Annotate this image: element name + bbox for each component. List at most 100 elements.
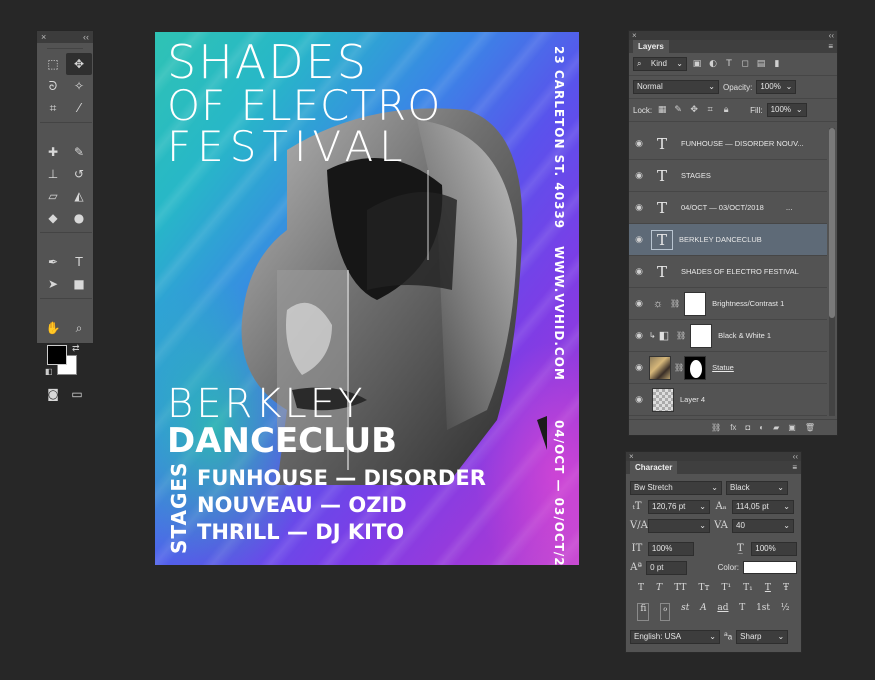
subscript-button[interactable]: T₁ [743, 583, 753, 599]
zoom-icon[interactable]: ⌕ [66, 317, 92, 339]
layer-row[interactable]: ◉ T 04/OCT — 03/OCT/2018 ... [629, 192, 827, 224]
tracking-field[interactable]: 40 ⌄ [732, 518, 794, 533]
opacity-field[interactable]: 100% ⌄ [756, 80, 797, 94]
lock-position-icon[interactable]: ✥ [688, 105, 700, 115]
lasso-icon[interactable]: ᘐ [40, 75, 66, 97]
hand-icon[interactable]: ✋ [40, 317, 66, 339]
adjustment-filter-icon[interactable]: ◐ [707, 59, 719, 69]
layer-row[interactable]: ◉ T FUNHOUSE — DISORDER NOUV... [629, 128, 827, 160]
lock-all-icon[interactable]: 🔒︎ [720, 105, 732, 115]
filter-toggle-icon[interactable]: ▮ [771, 59, 783, 69]
shape-filter-icon[interactable]: ◻ [739, 59, 751, 69]
small-caps-button[interactable]: Tт [698, 583, 709, 599]
strikethrough-button[interactable]: Ŧ [783, 583, 789, 599]
scrollbar-thumb[interactable] [829, 128, 835, 318]
brush-icon[interactable]: ✎ [66, 141, 92, 163]
eyedropper-icon[interactable]: ⁄ [66, 97, 92, 119]
layer-mask-thumbnail[interactable] [684, 355, 707, 380]
swash-button[interactable]: st [681, 603, 689, 621]
horizontal-scale-field[interactable]: 100% [751, 541, 797, 556]
collapse-icon[interactable]: ‹‹ [793, 452, 798, 461]
layer-row[interactable]: ◉ ☼ ⛓ Brightness/Contrast 1 [629, 288, 827, 320]
font-family-select[interactable]: Bw Stretch ⌄ [630, 480, 722, 495]
statue-layer-thumbnail[interactable] [649, 355, 671, 380]
default-colors-icon[interactable]: ◧ [45, 367, 53, 376]
close-icon[interactable]: × [41, 32, 46, 42]
layer-row[interactable]: ◉ T STAGES [629, 160, 827, 192]
all-caps-button[interactable]: TT [674, 583, 686, 599]
layer-row[interactable]: ◉ Layer 4 [629, 384, 827, 416]
screen-mode-icon[interactable]: ▭ [71, 387, 82, 401]
visibility-eye-icon[interactable]: ◉ [629, 298, 649, 309]
blend-mode-select[interactable]: Normal ⌄ [633, 80, 719, 94]
eraser-icon[interactable]: ▱ [40, 185, 66, 207]
layer-row-selected[interactable]: ◉ T BERKLEY DANCECLUB [629, 224, 827, 256]
antialias-select[interactable]: Sharp ⌄ [736, 629, 789, 644]
text-color-swatch[interactable] [742, 561, 798, 574]
underline-button[interactable]: T [765, 583, 771, 599]
type-icon[interactable]: T [66, 251, 92, 273]
filter-kind-select[interactable]: ⌕ Kind ⌄ [633, 57, 687, 71]
visibility-eye-icon[interactable]: ◉ [629, 170, 649, 181]
ligatures-button[interactable]: fi [637, 603, 650, 621]
history-brush-icon[interactable]: ↺ [66, 163, 92, 185]
foreground-color-swatch[interactable] [47, 345, 67, 365]
panel-menu-icon[interactable]: ≡ [828, 42, 833, 51]
visibility-eye-icon[interactable]: ◉ [629, 362, 649, 373]
document-canvas[interactable]: SHADES OF ELECTRO FESTIVAL 23 CARLETON S… [155, 32, 579, 565]
faux-bold-button[interactable]: T [638, 583, 644, 599]
superscript-button[interactable]: T¹ [721, 583, 731, 599]
tab-character[interactable]: Character [630, 461, 678, 474]
ordinals-1st-button[interactable]: 1st [756, 603, 770, 621]
visibility-eye-icon[interactable]: ◉ [629, 266, 649, 277]
trash-icon[interactable]: 🗑︎ [805, 423, 815, 432]
titling-alternates-button[interactable]: ad [717, 603, 728, 621]
lock-artboard-icon[interactable]: ⌗ [704, 105, 716, 115]
collapse-icon[interactable]: ‹‹ [829, 31, 834, 40]
smart-object-filter-icon[interactable]: ▤ [755, 59, 767, 69]
fill-field[interactable]: 100% ⌄ [766, 103, 807, 117]
fx-icon[interactable]: fx [730, 423, 736, 432]
folder-icon[interactable]: ▰ [773, 423, 779, 432]
layers-scrollbar[interactable] [829, 128, 835, 416]
swap-colors-icon[interactable]: ⇄ [72, 343, 80, 354]
crop-icon[interactable]: ⌗ [40, 97, 66, 119]
clone-stamp-icon[interactable]: ⊥ [40, 163, 66, 185]
collapse-icon[interactable]: ‹‹ [83, 32, 89, 42]
close-icon[interactable]: × [632, 31, 637, 40]
layer-mask-thumbnail[interactable] [684, 291, 707, 316]
stylistic-alternates-button[interactable]: A [700, 603, 707, 621]
close-icon[interactable]: × [629, 452, 634, 461]
link-icon[interactable]: ⛓ [711, 423, 721, 432]
faux-italic-button[interactable]: T [656, 583, 662, 599]
adjustment-icon[interactable]: ◐ [759, 423, 764, 432]
quick-mask-icon[interactable]: ◙ [47, 387, 59, 401]
transparent-layer-thumbnail[interactable] [652, 387, 674, 412]
pixel-filter-icon[interactable]: ▣ [691, 59, 703, 69]
healing-brush-icon[interactable]: ✚ [40, 141, 66, 163]
visibility-eye-icon[interactable]: ◉ [629, 234, 649, 245]
ordinals-button[interactable]: T [739, 603, 745, 621]
visibility-eye-icon[interactable]: ◉ [629, 394, 649, 405]
mask-icon[interactable]: ◘ [745, 423, 750, 432]
marquee-icon[interactable]: ⬚ [40, 53, 66, 75]
dodge-icon[interactable]: ● [66, 207, 92, 229]
lock-transparent-icon[interactable]: ▦ [656, 105, 668, 115]
visibility-eye-icon[interactable]: ◉ [629, 330, 649, 341]
move-icon[interactable]: ✥ [66, 53, 92, 75]
vertical-scale-field[interactable]: 100% [647, 541, 694, 556]
paint-bucket-icon[interactable]: ◭ [66, 185, 92, 207]
rectangle-icon[interactable]: ■ [66, 273, 92, 295]
panel-menu-icon[interactable]: ≡ [792, 463, 797, 472]
lock-pixels-icon[interactable]: ✎ [672, 105, 684, 115]
language-select[interactable]: English: USA ⌄ [630, 629, 720, 644]
font-size-field[interactable]: 120,76 pt ⌄ [648, 499, 710, 514]
visibility-eye-icon[interactable]: ◉ [629, 202, 649, 213]
visibility-eye-icon[interactable]: ◉ [629, 138, 649, 149]
layer-row[interactable]: ◉ ⛓ Statue [629, 352, 827, 384]
fractions-button[interactable]: ½ [781, 603, 790, 621]
new-layer-icon[interactable]: ▣ [788, 423, 796, 432]
path-selection-icon[interactable]: ➤ [40, 273, 66, 295]
pen-icon[interactable]: ✒ [40, 251, 66, 273]
tab-layers[interactable]: Layers [633, 40, 669, 53]
